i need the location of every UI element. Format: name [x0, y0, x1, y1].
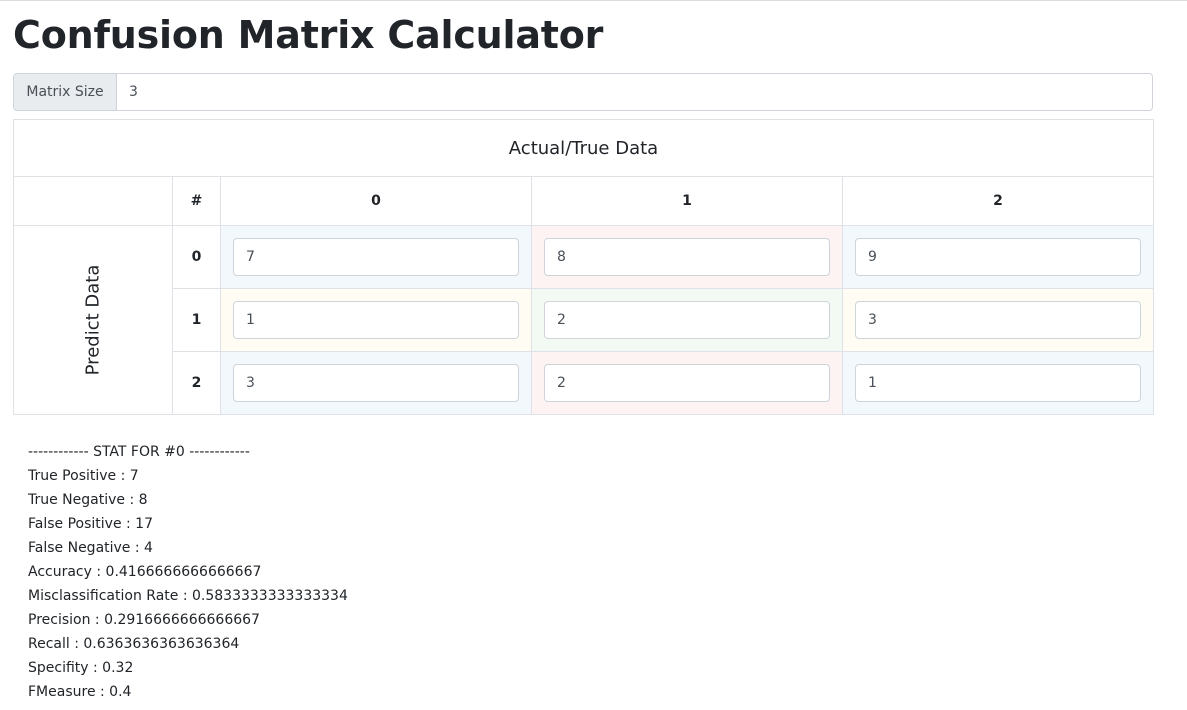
actual-data-header: Actual/True Data [13, 119, 1154, 177]
matrix-cell [531, 288, 843, 352]
corner-cell [13, 176, 173, 226]
matrix-cell-input[interactable] [233, 238, 519, 276]
column-header-2: 2 [842, 176, 1154, 226]
page-title: Confusion Matrix Calculator [13, 13, 604, 57]
matrix-cell [531, 225, 843, 289]
row-header-2: 2 [172, 351, 221, 415]
matrix-size-input[interactable] [117, 74, 1152, 110]
matrix-size-group: Matrix Size [13, 73, 1153, 111]
column-header-1: 1 [531, 176, 843, 226]
top-divider [0, 0, 1187, 1]
matrix-cell-input[interactable] [233, 364, 519, 402]
stats-output: ------------ STAT FOR #0 ------------ Tr… [28, 440, 348, 704]
row-header-1: 1 [172, 288, 221, 352]
table-row: Predict Data 0 [13, 225, 1154, 415]
row-header-0: 0 [172, 225, 221, 289]
matrix-cell-input[interactable] [233, 301, 519, 339]
matrix-cell-input[interactable] [544, 364, 830, 402]
matrix-cell [842, 225, 1154, 289]
matrix-cell [220, 225, 532, 289]
table-row: 2 [14, 351, 1154, 415]
hash-header: # [172, 176, 221, 226]
matrix-size-label: Matrix Size [14, 74, 117, 110]
matrix-cell-input[interactable] [544, 238, 830, 276]
predict-data-label: Predict Data [82, 264, 104, 376]
matrix-cell [531, 351, 843, 415]
stat-specifity: Specifity : 0.32 [28, 660, 134, 676]
matrix-cell [842, 351, 1154, 415]
stat-fmeasure: FMeasure : 0.4 [28, 684, 132, 700]
stat-true-positive: True Positive : 7 [28, 468, 139, 484]
stat-accuracy: Accuracy : 0.4166666666666667 [28, 564, 262, 580]
stat-false-positive: False Positive : 17 [28, 516, 153, 532]
matrix-cell-input[interactable] [855, 364, 1141, 402]
matrix-cell-input[interactable] [855, 238, 1141, 276]
matrix-cell [220, 288, 532, 352]
stat-misclassification-rate: Misclassification Rate : 0.5833333333333… [28, 588, 348, 604]
stats-header: ------------ STAT FOR #0 ------------ [28, 444, 250, 460]
matrix-cell [842, 288, 1154, 352]
table-row: 1 [14, 288, 1154, 352]
confusion-matrix-table: Actual/True Data # 0 1 2 Predict Data 0 … [13, 119, 1154, 415]
stat-precision: Precision : 0.2916666666666667 [28, 612, 260, 628]
page: Confusion Matrix Calculator Matrix Size … [0, 0, 1187, 710]
matrix-cell-input[interactable] [544, 301, 830, 339]
predict-data-header: Predict Data [13, 225, 173, 415]
matrix-cell-input[interactable] [855, 301, 1141, 339]
stat-false-negative: False Negative : 4 [28, 540, 153, 556]
stat-true-negative: True Negative : 8 [28, 492, 148, 508]
column-header-0: 0 [220, 176, 532, 226]
matrix-cell [220, 351, 532, 415]
stat-recall: Recall : 0.6363636363636364 [28, 636, 240, 652]
